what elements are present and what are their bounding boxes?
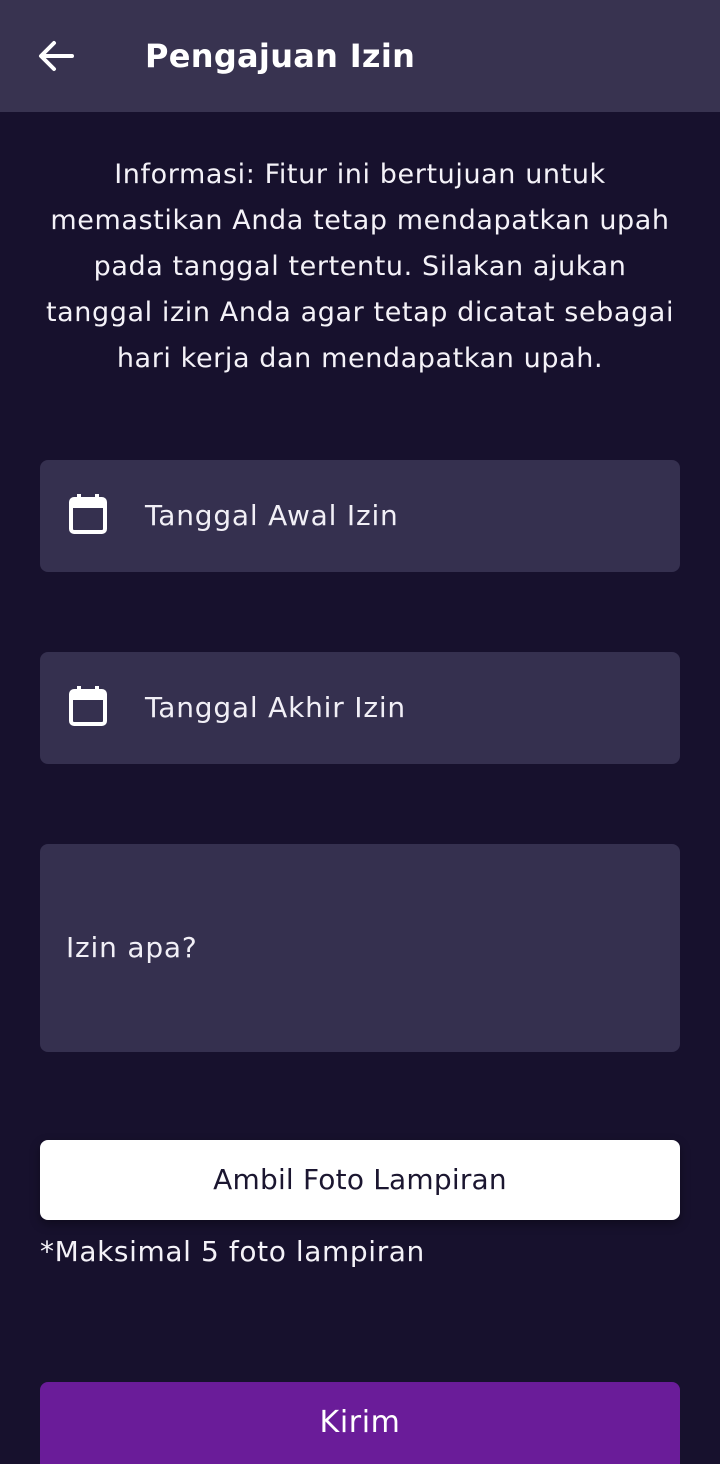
page-title: Pengajuan Izin — [145, 37, 416, 75]
reason-placeholder: Izin apa? — [66, 931, 198, 964]
photo-limit-note: *Maksimal 5 foto lampiran — [40, 1235, 425, 1268]
end-date-field[interactable]: Tanggal Akhir Izin — [40, 652, 680, 764]
start-date-placeholder: Tanggal Awal Izin — [145, 499, 399, 532]
reason-input[interactable]: Izin apa? — [40, 844, 680, 1052]
end-date-placeholder: Tanggal Akhir Izin — [145, 691, 406, 724]
start-date-field[interactable]: Tanggal Awal Izin — [40, 460, 680, 572]
calendar-icon — [66, 686, 110, 734]
info-text: Informasi: Fitur ini bertujuan untuk mem… — [45, 159, 675, 374]
arrow-left-icon — [39, 41, 74, 71]
calendar-icon — [66, 494, 110, 542]
take-photo-button[interactable]: Ambil Foto Lampiran — [40, 1140, 680, 1220]
app-bar: Pengajuan Izin — [0, 0, 720, 112]
back-button[interactable] — [32, 32, 80, 80]
